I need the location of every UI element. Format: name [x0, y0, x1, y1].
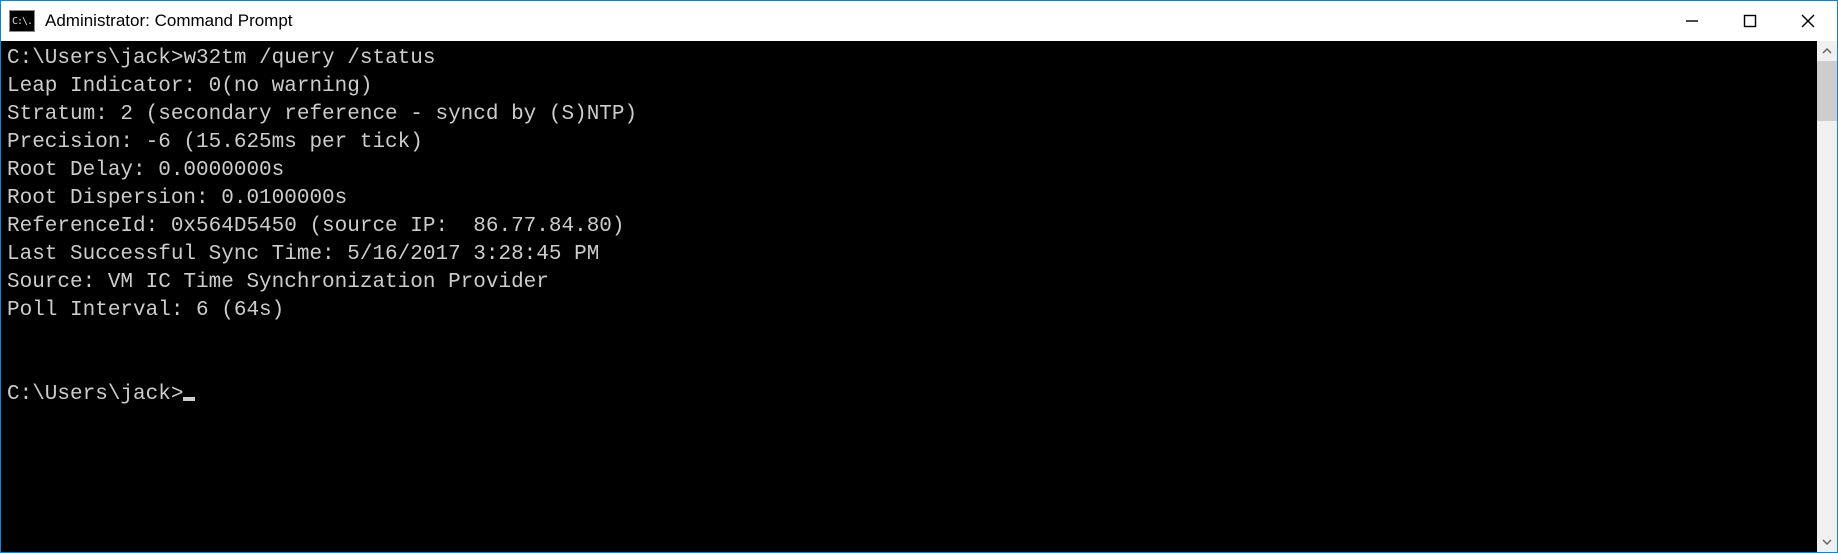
maximize-icon — [1743, 14, 1757, 28]
vertical-scrollbar[interactable] — [1817, 41, 1837, 552]
out-stratum: Stratum: 2 (secondary reference - syncd … — [7, 103, 637, 126]
out-root-dispersion: Root Dispersion: 0.0100000s — [7, 187, 347, 210]
out-leap: Leap Indicator: 0(no warning) — [7, 75, 372, 98]
command-text: w32tm /query /status — [183, 47, 435, 70]
chevron-up-icon — [1822, 46, 1832, 56]
close-icon — [1801, 14, 1815, 28]
out-root-delay: Root Delay: 0.0000000s — [7, 159, 284, 182]
close-button[interactable] — [1779, 1, 1837, 41]
cmd-window: C:\. Administrator: Command Prompt C:\Us… — [0, 0, 1838, 553]
out-reference-id: ReferenceId: 0x564D5450 (source IP: 86.7… — [7, 215, 625, 238]
scroll-thumb[interactable] — [1817, 61, 1837, 121]
cmd-icon: C:\. — [9, 10, 35, 32]
client-area: C:\Users\jack>w32tm /query /status Leap … — [1, 41, 1837, 552]
scroll-down-button[interactable] — [1817, 532, 1837, 552]
titlebar[interactable]: C:\. Administrator: Command Prompt — [1, 1, 1837, 41]
out-source: Source: VM IC Time Synchronization Provi… — [7, 271, 549, 294]
prompt-2: C:\Users\jack> — [7, 383, 183, 406]
chevron-down-icon — [1822, 537, 1832, 547]
minimize-button[interactable] — [1663, 1, 1721, 41]
out-last-sync: Last Successful Sync Time: 5/16/2017 3:2… — [7, 243, 599, 266]
scroll-up-button[interactable] — [1817, 41, 1837, 61]
maximize-button[interactable] — [1721, 1, 1779, 41]
cursor — [183, 397, 195, 401]
prompt-1: C:\Users\jack> — [7, 47, 183, 70]
scroll-track[interactable] — [1817, 61, 1837, 532]
window-title: Administrator: Command Prompt — [45, 11, 293, 31]
out-poll-interval: Poll Interval: 6 (64s) — [7, 299, 284, 322]
terminal[interactable]: C:\Users\jack>w32tm /query /status Leap … — [1, 41, 1817, 552]
minimize-icon — [1685, 14, 1699, 28]
out-precision: Precision: -6 (15.625ms per tick) — [7, 131, 423, 154]
